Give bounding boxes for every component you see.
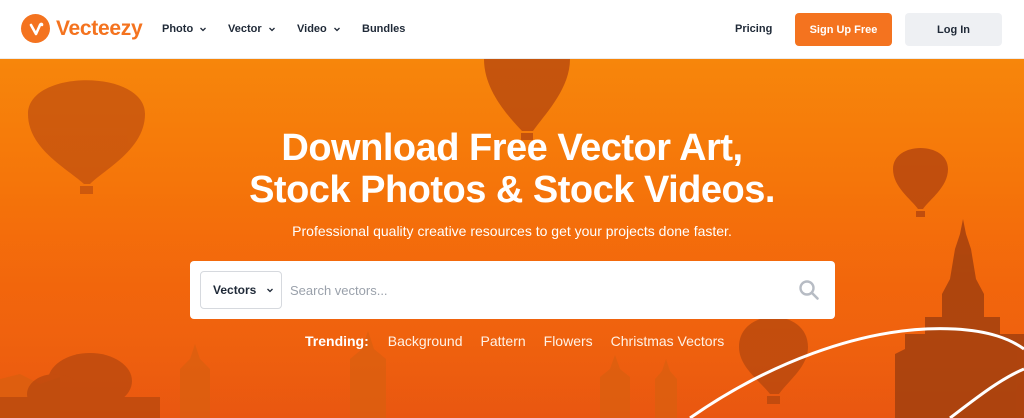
top-navbar: Vecteezy Photo Vector Video Bundles Pric… — [0, 0, 1024, 59]
search-type-label: Vectors — [213, 283, 257, 297]
nav-vector[interactable]: Vector — [228, 23, 276, 35]
search-input[interactable] — [290, 271, 770, 309]
hero-title-line-1: Download Free Vector Art, — [281, 127, 743, 169]
nav-video-label: Video — [297, 23, 327, 35]
chevron-down-icon — [268, 27, 275, 32]
chevron-down-icon — [333, 27, 340, 32]
nav-bundles-label: Bundles — [362, 23, 406, 35]
vecteezy-logo-icon — [21, 14, 50, 43]
hero-title: Download Free Vector Art, Stock Photos &… — [0, 127, 1024, 211]
search-bar: Vectors — [190, 261, 835, 319]
trending-label: Trending: — [305, 333, 369, 349]
search-type-dropdown[interactable]: Vectors — [200, 271, 282, 309]
chevron-down-icon — [200, 27, 207, 32]
nav-bundles[interactable]: Bundles — [362, 23, 405, 35]
nav-photo-label: Photo — [162, 23, 194, 35]
search-icon[interactable] — [798, 279, 820, 301]
trending-link-background[interactable]: Background — [388, 333, 463, 349]
nav-pricing-label: Pricing — [735, 23, 773, 35]
trending-searches: Trending: Background Pattern Flowers Chr… — [305, 333, 742, 349]
brand-name: Vecteezy — [56, 16, 143, 40]
sign-up-button[interactable]: Sign Up Free — [795, 13, 892, 46]
trending-link-flowers[interactable]: Flowers — [544, 333, 593, 349]
hero-subtitle: Professional quality creative resources … — [292, 223, 732, 239]
hero-banner: Download Free Vector Art, Stock Photos &… — [0, 59, 1024, 418]
nav-pricing[interactable]: Pricing — [735, 23, 772, 35]
hero-title-line-2: Stock Photos & Stock Videos. — [249, 169, 775, 211]
brand-logo[interactable]: Vecteezy — [21, 14, 143, 43]
trending-link-pattern[interactable]: Pattern — [481, 333, 526, 349]
trending-link-christmas-vectors[interactable]: Christmas Vectors — [611, 333, 725, 349]
nav-photo[interactable]: Photo — [162, 23, 207, 35]
log-in-button[interactable]: Log In — [905, 13, 1002, 46]
nav-video[interactable]: Video — [297, 23, 341, 35]
nav-vector-label: Vector — [228, 23, 262, 35]
chevron-down-icon — [267, 288, 274, 293]
